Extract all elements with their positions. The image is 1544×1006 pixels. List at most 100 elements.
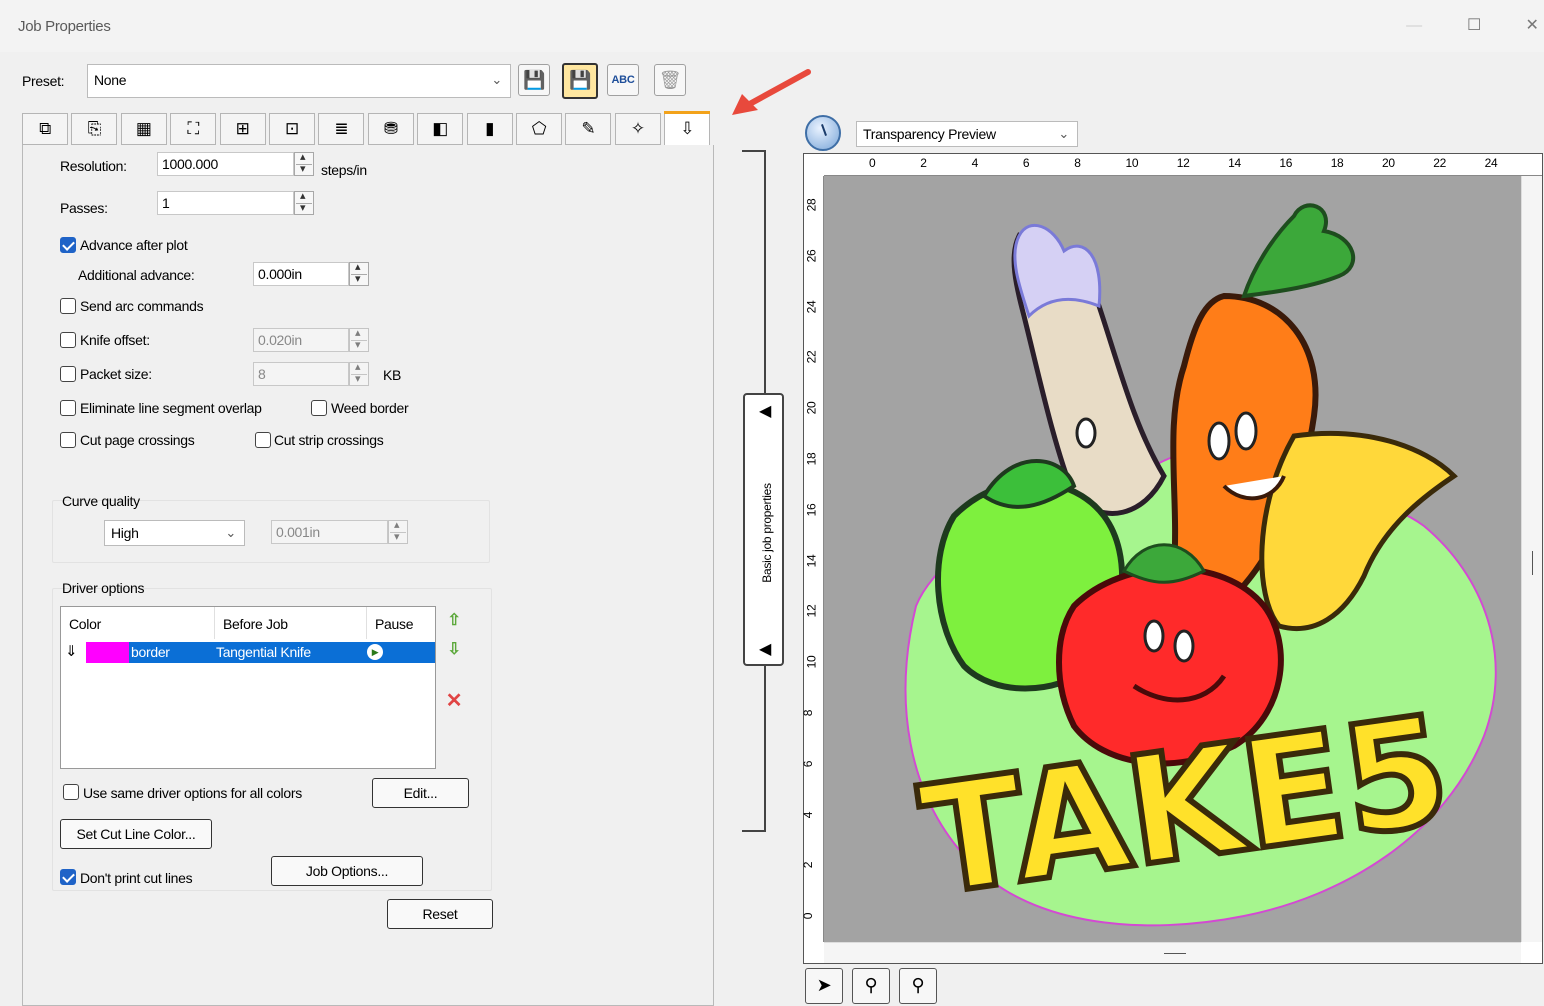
horizontal-scrollbar[interactable] xyxy=(824,942,1521,963)
ruler-tick-label: 22 xyxy=(1433,156,1447,170)
knife-offset-checkbox[interactable] xyxy=(60,332,76,348)
row-color-name: border xyxy=(131,644,170,660)
column-header-pause[interactable]: Pause xyxy=(367,607,435,639)
tab-4-icon[interactable]: ⛶ xyxy=(170,113,217,145)
reset-button[interactable]: Reset xyxy=(387,899,493,929)
move-up-icon[interactable]: ⇧ xyxy=(443,610,465,632)
title-bar: Job Properties — ☐ ✕ xyxy=(0,0,1544,52)
collapse-down-icon[interactable]: ◀ xyxy=(759,639,771,659)
eliminate-overlap-label: Eliminate line segment overlap xyxy=(80,400,262,416)
tab-8-icon[interactable]: ⛃ xyxy=(367,113,414,145)
dont-print-cut-lines-checkbox[interactable] xyxy=(60,869,76,885)
tab-5-icon[interactable]: ⊞ xyxy=(219,113,266,145)
maximize-button[interactable]: ☐ xyxy=(1460,14,1488,38)
passes-label: Passes: xyxy=(60,200,108,216)
select-tool-icon[interactable]: ➤ xyxy=(805,968,843,1004)
tab-2-icon[interactable]: ⎘ xyxy=(71,113,118,145)
save-preset-icon[interactable]: 💾 xyxy=(518,64,550,96)
advance-after-plot-checkbox[interactable] xyxy=(60,237,76,253)
eliminate-overlap-checkbox[interactable] xyxy=(60,400,76,416)
pause-play-icon[interactable]: ▶ xyxy=(367,644,383,660)
tab-14-icon[interactable]: ⇩ xyxy=(664,111,711,147)
resolution-spinner[interactable] xyxy=(294,150,314,176)
resolution-input[interactable]: 1000.000 xyxy=(157,152,294,176)
tab-3-icon[interactable]: ▦ xyxy=(120,113,167,145)
save-as-preset-icon[interactable]: 💾 xyxy=(562,63,598,99)
resolution-label: Resolution: xyxy=(60,158,127,174)
curve-tolerance-input[interactable]: 0.001in xyxy=(271,520,388,544)
send-arc-label: Send arc commands xyxy=(80,298,204,314)
use-same-options-checkbox[interactable] xyxy=(63,784,79,800)
tab-11-icon[interactable]: ⬠ xyxy=(516,113,562,145)
preview-mode-select[interactable]: Transparency Preview ⌄ xyxy=(856,121,1078,147)
rename-preset-icon[interactable]: ABC xyxy=(607,64,639,96)
additional-advance-label: Additional advance: xyxy=(78,267,195,283)
ruler-tick-label: 12 xyxy=(804,605,819,618)
basic-job-properties-toggle[interactable]: ◀ Basic job properties ◀ xyxy=(743,393,784,666)
close-button[interactable]: ✕ xyxy=(1518,14,1544,38)
tab-1-icon[interactable]: ⧉ xyxy=(22,113,68,145)
move-down-icon[interactable]: ⇩ xyxy=(443,639,465,661)
table-row[interactable]: ⇓ border Tangential Knife ▶ xyxy=(61,642,435,663)
preview-canvas[interactable]: TAKE5 xyxy=(824,176,1521,942)
print-preview: 0 2 4 6 8 10 12 14 16 18 20 22 24 28 26 24 22 20 18 16 14 12… xyxy=(801,153,1543,964)
curve-tolerance-spinner[interactable] xyxy=(388,518,408,544)
collapse-up-icon[interactable]: ◀ xyxy=(759,401,771,421)
refresh-preview-icon[interactable] xyxy=(805,115,841,151)
ruler-tick-label: 0 xyxy=(801,913,816,920)
column-header-color[interactable]: Color xyxy=(61,607,215,639)
red-arrow-annotation xyxy=(732,69,811,115)
zoom-area-icon[interactable]: ⚲ xyxy=(852,968,890,1004)
preset-label: Preset: xyxy=(22,73,65,89)
cut-page-crossings-checkbox[interactable] xyxy=(60,432,76,448)
ruler-tick-label: 20 xyxy=(804,401,819,415)
ruler-tick-label: 0 xyxy=(869,156,876,170)
ruler-tick-label: 22 xyxy=(804,351,819,364)
ruler-tick-label: 8 xyxy=(1074,156,1081,170)
ruler-tick-label: 20 xyxy=(1382,156,1395,170)
vertical-scrollbar[interactable] xyxy=(1521,176,1542,942)
set-cut-line-color-button[interactable]: Set Cut Line Color... xyxy=(60,819,212,849)
packet-size-label: Packet size: xyxy=(80,366,152,382)
tab-13-icon[interactable]: ✧ xyxy=(614,113,661,145)
tab-9-icon[interactable]: ◧ xyxy=(417,113,464,145)
passes-input[interactable]: 1 xyxy=(157,191,294,215)
ruler-tick-label: 10 xyxy=(1125,156,1139,170)
edit-button[interactable]: Edit... xyxy=(372,778,469,808)
send-arc-checkbox[interactable] xyxy=(60,298,76,314)
tab-6-icon[interactable]: ⊡ xyxy=(269,113,315,145)
tab-10-icon[interactable]: ▮ xyxy=(466,113,513,145)
minimize-button[interactable]: — xyxy=(1400,14,1428,38)
packet-size-checkbox[interactable] xyxy=(60,366,76,382)
cut-strip-crossings-label: Cut strip crossings xyxy=(274,432,384,448)
ruler-tick-label: 24 xyxy=(804,300,819,313)
knife-offset-input[interactable]: 0.020in xyxy=(253,328,349,352)
packet-size-spinner[interactable] xyxy=(349,360,369,386)
packet-size-unit: KB xyxy=(383,367,402,383)
weed-border-checkbox[interactable] xyxy=(311,400,327,416)
ruler-tick-label: 14 xyxy=(804,554,819,567)
resolution-unit: steps/in xyxy=(321,162,367,178)
packet-size-input[interactable]: 8 xyxy=(253,362,349,386)
driver-options-label: Driver options xyxy=(62,580,145,596)
additional-advance-input[interactable]: 0.000in xyxy=(253,262,349,286)
vertical-ruler: 28 26 24 22 20 18 16 14 12 10 8 6 4 2 0 xyxy=(801,176,824,942)
take5-artwork: TAKE5 xyxy=(904,203,1497,932)
additional-advance-spinner[interactable] xyxy=(349,260,369,286)
column-header-before-job[interactable]: Before Job xyxy=(215,607,367,639)
tab-7-icon[interactable]: ≣ xyxy=(318,113,365,145)
tab-12-icon[interactable]: ✎ xyxy=(565,113,612,145)
knife-offset-spinner[interactable] xyxy=(349,326,369,352)
delete-preset-icon[interactable]: 🗑 xyxy=(654,64,686,96)
driver-options-list[interactable]: Color Before Job Pause ⇓ border Tangenti… xyxy=(60,606,436,769)
passes-spinner[interactable] xyxy=(294,189,314,215)
zoom-fit-icon[interactable]: ⚲ xyxy=(899,968,937,1004)
preset-select[interactable]: None ⌄ xyxy=(87,64,511,98)
ruler-tick-label: 10 xyxy=(804,655,819,669)
job-options-button[interactable]: Job Options... xyxy=(271,856,423,886)
ruler-tick-label: 4 xyxy=(971,156,979,170)
cut-strip-crossings-checkbox[interactable] xyxy=(255,432,271,448)
delete-row-icon[interactable]: ✕ xyxy=(443,690,465,712)
ruler-tick-label: 6 xyxy=(801,760,816,767)
curve-quality-select[interactable]: High ⌄ xyxy=(104,520,245,546)
